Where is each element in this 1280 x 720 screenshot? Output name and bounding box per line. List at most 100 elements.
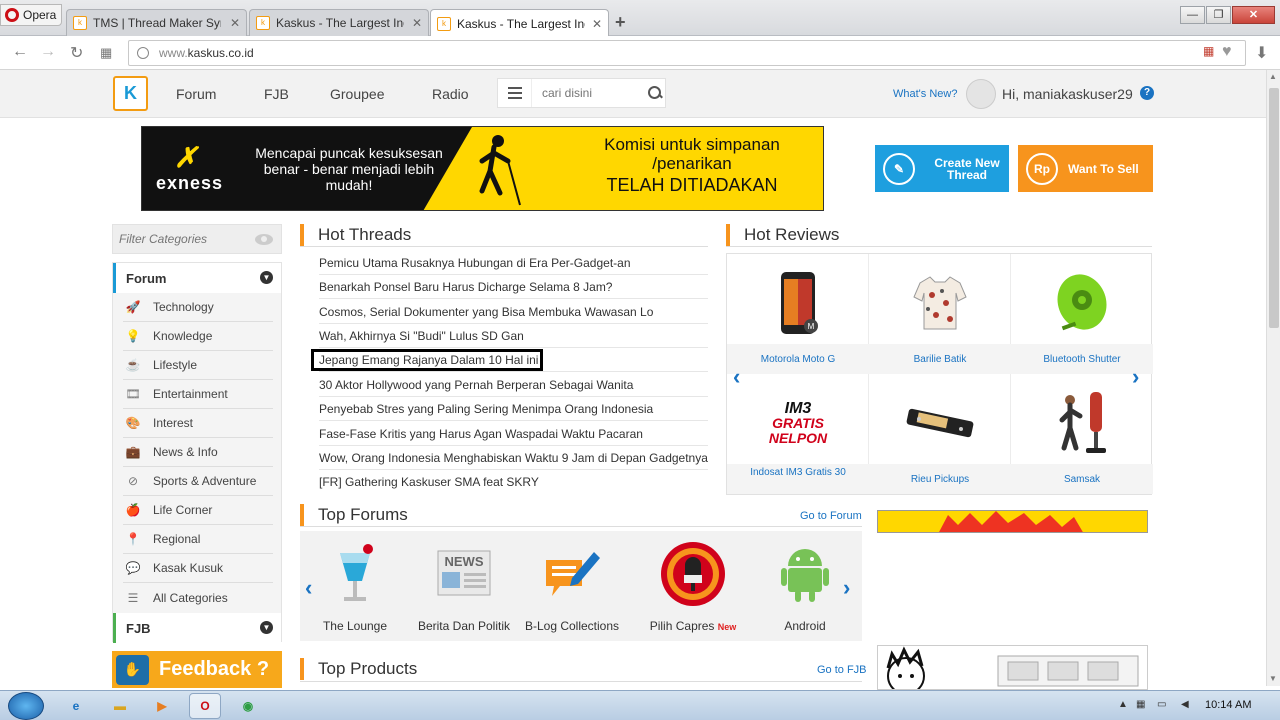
tab-close-icon[interactable]: ✕ — [230, 16, 240, 30]
media-player-icon[interactable]: ▶ — [150, 694, 174, 718]
tab-close-icon[interactable]: ✕ — [592, 17, 602, 31]
hot-thread-link[interactable]: 30 Aktor Hollywood yang Pernah Berperan … — [319, 373, 708, 397]
forum-card[interactable]: The Lounge — [300, 531, 410, 641]
hot-thread-link[interactable]: Fase-Fase Kritis yang Harus Agan Waspada… — [319, 422, 708, 446]
address-bar[interactable]: www.kaskus.co.id — [128, 40, 1246, 66]
sidebar-item-technology[interactable]: 🚀 Technology — [123, 293, 273, 322]
tab-kaskus-1[interactable]: k Kaskus - The Largest Indo ✕ — [249, 9, 429, 36]
review-card[interactable]: IM3 GRATIS NELPON Indosat IM3 Gratis 30 — [727, 374, 869, 494]
sidebar-item-entertainment[interactable]: 🎞 Entertainment — [123, 380, 273, 409]
side-banner-ad[interactable] — [877, 510, 1148, 533]
forum-card[interactable]: NEWS Berita Dan Politik — [409, 531, 519, 641]
windows-taskbar: e ▬ ▶ O ◉ ▲ ▦ ▭ ◀ 10:14 AM — [0, 690, 1280, 720]
sidebar-item-knowledge[interactable]: 💡 Knowledge — [123, 322, 273, 351]
battery-icon[interactable]: ▭ — [1157, 699, 1169, 711]
sidebar-item-interest[interactable]: 🎨 Interest — [123, 409, 273, 438]
hot-thread-link[interactable]: Cosmos, Serial Dokumenter yang Bisa Memb… — [319, 300, 708, 324]
create-new-thread-button[interactable]: ✎ Create New Thread — [875, 145, 1009, 192]
review-label[interactable]: Samsak — [1011, 464, 1153, 494]
ie-icon[interactable]: e — [64, 694, 88, 718]
opera-taskbar-icon[interactable]: O — [189, 693, 221, 719]
minimize-button[interactable]: — — [1180, 6, 1205, 24]
sidebar-item-lifestyle[interactable]: ☕ Lifestyle — [123, 351, 273, 380]
review-label[interactable]: Barilie Batik — [869, 344, 1011, 374]
sidebar-item-news-info[interactable]: 💼 News & Info — [123, 438, 273, 467]
chrome-icon[interactable]: ◉ — [236, 694, 260, 718]
reviews-prev-arrow-icon[interactable]: ‹ — [733, 364, 740, 390]
tab-kaskus-active[interactable]: k Kaskus - The Largest Indo ✕ — [430, 9, 609, 37]
hot-thread-link[interactable]: [FR] Gathering Kaskuser SMA feat SKRY — [319, 470, 708, 494]
sidebar-item-sports-adventure[interactable]: ⊘ Sports & Adventure — [123, 467, 273, 496]
tab-close-icon[interactable]: ✕ — [412, 16, 422, 30]
hot-thread-link[interactable]: Pemicu Utama Rusaknya Hubungan di Era Pe… — [319, 251, 708, 275]
sidebar-item-all-categories[interactable]: ☰ All Categories — [123, 583, 273, 612]
speed-dial-icon[interactable]: ▦ — [100, 45, 112, 61]
help-icon[interactable]: ? — [1140, 86, 1154, 100]
side-comic-ad[interactable] — [877, 645, 1148, 690]
new-tab-button[interactable]: + — [615, 12, 626, 33]
clock-time[interactable]: 10:14 AM — [1205, 699, 1251, 711]
tab-tms[interactable]: k TMS | Thread Maker Synd ✕ — [66, 9, 247, 36]
sidebar-forum-heading[interactable]: Forum ▼ — [113, 263, 281, 293]
review-card[interactable]: M Motorola Moto G — [727, 254, 869, 374]
bookmark-heart-icon[interactable]: ♥ — [1222, 43, 1232, 61]
review-label[interactable]: Motorola Moto G — [727, 344, 869, 374]
tray-arrow-icon[interactable]: ▲ — [1118, 699, 1130, 711]
sidebar-fjb-heading[interactable]: FJB ▼ — [113, 613, 281, 643]
sidebar-item-regional[interactable]: 📍 Regional — [123, 525, 273, 554]
review-label[interactable]: Rieu Pickups — [869, 464, 1011, 494]
hot-thread-link[interactable]: Penyebab Stres yang Paling Sering Menimp… — [319, 397, 708, 421]
scroll-down-icon[interactable]: ▼ — [1269, 674, 1277, 683]
scroll-thumb[interactable] — [1269, 88, 1279, 328]
kaskus-logo[interactable]: K — [113, 76, 148, 111]
review-card[interactable]: Bluetooth Shutter — [1011, 254, 1153, 374]
volume-icon[interactable]: ◀ — [1181, 699, 1193, 711]
explorer-folder-icon[interactable]: ▬ — [108, 694, 132, 718]
close-window-button[interactable]: ✕ — [1232, 6, 1275, 24]
hot-thread-link[interactable]: Benarkah Ponsel Baru Harus Dicharge Sela… — [319, 275, 708, 299]
page-scrollbar[interactable]: ▲ ▼ — [1266, 70, 1280, 686]
chevron-down-icon[interactable]: ▼ — [260, 621, 273, 634]
exness-banner-ad[interactable]: ✗ exness Mencapai puncak kesuksesan bena… — [141, 126, 824, 211]
back-arrow-icon[interactable]: ← — [12, 43, 28, 61]
reload-icon[interactable]: ↻ — [70, 43, 83, 63]
hot-thread-link[interactable]: Wow, Orang Indonesia Menghabiskan Waktu … — [319, 446, 708, 470]
extension-icon[interactable]: ▦ — [1203, 44, 1214, 58]
avatar[interactable] — [966, 79, 996, 109]
search-icon[interactable] — [648, 86, 662, 100]
review-label[interactable]: Indosat IM3 Gratis 30 — [727, 464, 869, 494]
forum-card[interactable]: Pilih Capres New — [638, 531, 748, 641]
filter-categories-input[interactable] — [119, 232, 249, 246]
start-button[interactable] — [8, 692, 44, 720]
nav-forum[interactable]: Forum — [176, 86, 216, 102]
nav-groupee[interactable]: Groupee — [330, 86, 384, 102]
download-icon[interactable]: ⬇ — [1255, 43, 1268, 63]
go-to-fjb-link[interactable]: Go to FJB — [817, 664, 867, 676]
whats-new-link[interactable]: What's New? — [893, 88, 957, 100]
hot-thread-link[interactable]: Wah, Akhirnya Si "Budi" Lulus SD Gan — [319, 324, 708, 348]
user-greeting[interactable]: Hi, maniakaskuser29 — [1002, 86, 1133, 102]
sidebar-item-kasak-kusuk[interactable]: 💬 Kasak Kusuk — [123, 554, 273, 583]
sidebar-item-life-corner[interactable]: 🍎 Life Corner — [123, 496, 273, 525]
nav-radio[interactable]: Radio — [432, 86, 469, 102]
chevron-down-icon[interactable]: ▼ — [260, 271, 273, 284]
review-card[interactable]: Rieu Pickups — [869, 374, 1011, 494]
forward-arrow-icon[interactable]: → — [40, 43, 56, 61]
go-to-forum-link[interactable]: Go to Forum — [800, 510, 862, 522]
scroll-up-icon[interactable]: ▲ — [1269, 72, 1277, 81]
forums-next-arrow-icon[interactable]: › — [843, 575, 850, 601]
forum-card[interactable]: B-Log Collections — [517, 531, 627, 641]
forums-prev-arrow-icon[interactable]: ‹ — [305, 575, 312, 601]
feedback-button[interactable]: ✋ Feedback ? — [112, 651, 282, 688]
maximize-button[interactable]: ❐ — [1206, 6, 1231, 24]
review-card[interactable]: Barilie Batik — [869, 254, 1011, 374]
review-card[interactable]: Samsak — [1011, 374, 1153, 494]
want-to-sell-button[interactable]: Rp Want To Sell — [1018, 145, 1153, 192]
eye-icon[interactable] — [255, 234, 273, 245]
network-icon[interactable]: ▦ — [1136, 699, 1148, 711]
reviews-next-arrow-icon[interactable]: › — [1132, 364, 1139, 390]
search-input[interactable] — [542, 86, 642, 100]
nav-fjb[interactable]: FJB — [264, 86, 289, 102]
opera-menu-button[interactable]: Opera — [0, 4, 62, 26]
hamburger-menu-icon[interactable] — [498, 79, 532, 107]
